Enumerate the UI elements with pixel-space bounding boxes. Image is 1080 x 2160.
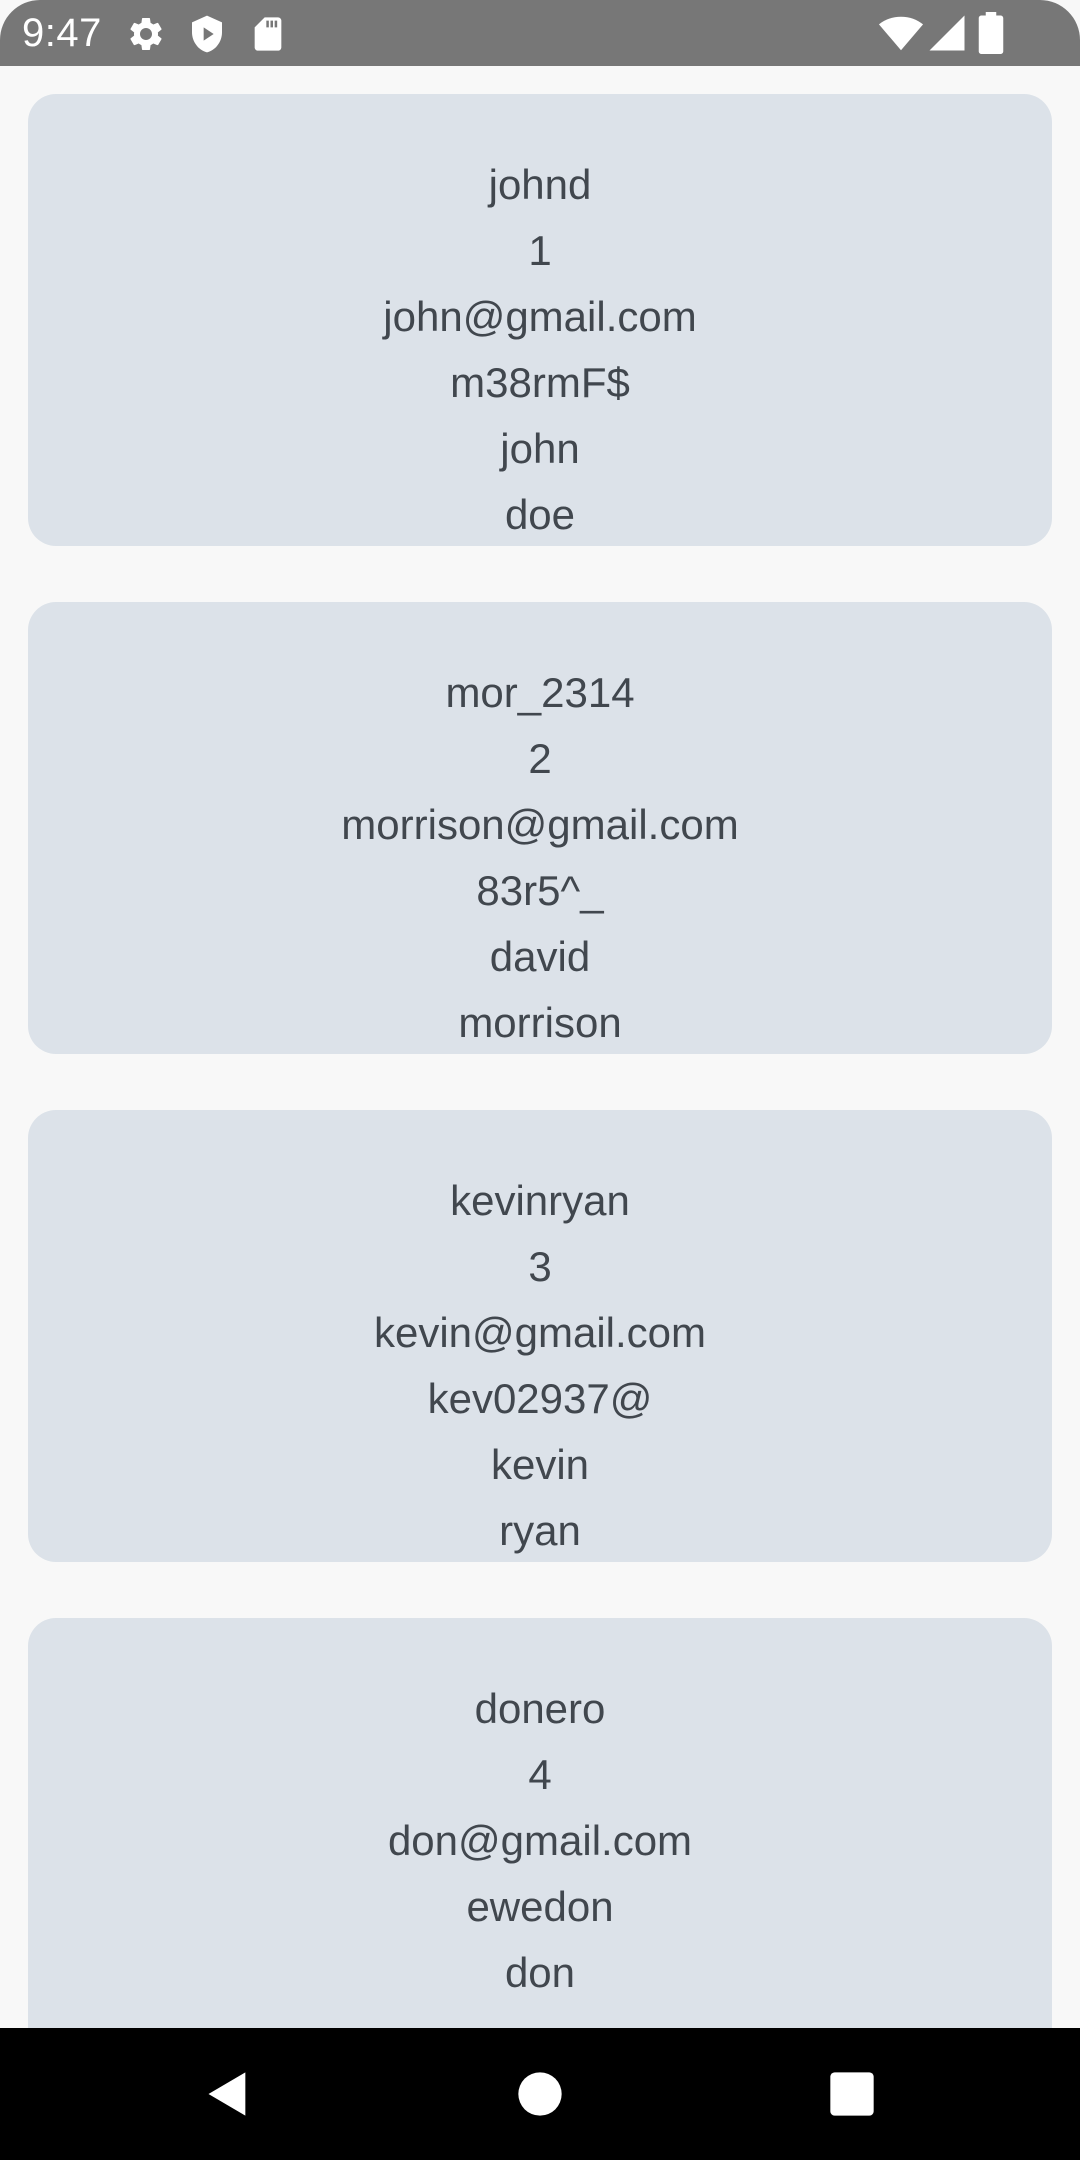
lastname-text: ryan [499, 1507, 581, 1554]
email-text: john@gmail.com [383, 293, 697, 340]
password-text: 83r5^_ [476, 867, 604, 914]
cellular-signal-icon [926, 12, 968, 54]
shield-play-icon [187, 14, 227, 54]
user-list[interactable]: johnd 1 john@gmail.com m38rmF$ john doe … [0, 66, 1080, 2028]
back-icon[interactable] [202, 2068, 254, 2120]
recents-icon[interactable] [826, 2068, 878, 2120]
username-text: mor_2314 [445, 669, 635, 716]
lastname-text: doe [504, 491, 576, 538]
email-text: don@gmail.com [387, 1817, 693, 1864]
id-text: 2 [528, 735, 552, 782]
firstname-text: david [489, 933, 591, 980]
id-text: 1 [528, 227, 552, 274]
firstname-text: john [500, 425, 580, 472]
navigation-bar [0, 2028, 1080, 2160]
id-text: 4 [528, 1751, 552, 1798]
password-text: kev02937@ [427, 1375, 653, 1422]
lastname-text: morrison [458, 999, 622, 1046]
user-card[interactable]: donero 4 don@gmail.com ewedon don romer [28, 1618, 1052, 2028]
battery-icon [976, 12, 1006, 54]
lastname-text: romer [28, 2006, 1052, 2028]
username-text: donero [474, 1685, 606, 1732]
wifi-icon [878, 10, 924, 56]
password-text: ewedon [466, 1883, 614, 1930]
username-text: johnd [488, 161, 592, 208]
user-card[interactable]: mor_2314 2 morrison@gmail.com 83r5^_ dav… [28, 602, 1052, 1054]
home-icon[interactable] [514, 2068, 566, 2120]
user-card[interactable]: johnd 1 john@gmail.com m38rmF$ john doe [28, 94, 1052, 546]
id-text: 3 [528, 1243, 552, 1290]
status-time: 9:47 [22, 11, 102, 55]
status-bar: 9:47 [0, 0, 1080, 66]
gear-icon [126, 14, 166, 54]
email-text: kevin@gmail.com [373, 1309, 707, 1356]
password-text: m38rmF$ [450, 359, 630, 406]
username-text: kevinryan [450, 1177, 630, 1224]
firstname-text: don [504, 1949, 576, 1996]
user-card[interactable]: kevinryan 3 kevin@gmail.com kev02937@ ke… [28, 1110, 1052, 1562]
sd-card-icon [248, 14, 288, 54]
firstname-text: kevin [490, 1441, 590, 1488]
email-text: morrison@gmail.com [341, 801, 739, 848]
